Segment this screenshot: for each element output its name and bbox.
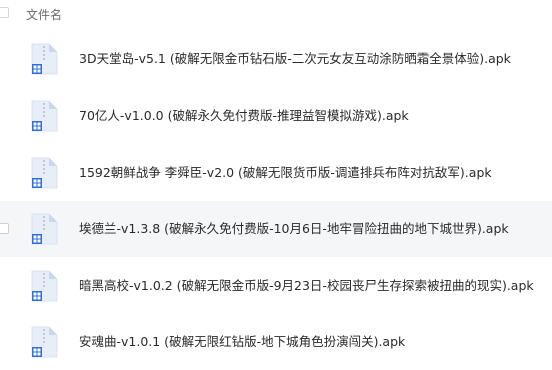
apk-file-icon: [27, 212, 61, 246]
apk-file-icon: [27, 325, 61, 359]
file-list-page: 文件名 3D天堂岛-v5.1 (破解无限金币钻石版-二次元女友互动涂防晒霜全景体…: [0, 0, 552, 370]
column-header-filename[interactable]: 文件名: [26, 7, 62, 23]
file-name[interactable]: 70亿人-v1.0.0 (破解永久免付费版-推理益智模拟游戏).apk: [79, 107, 409, 125]
file-name[interactable]: 暗黑高校-v1.0.2 (破解无限金币版-9月23日-校园丧尸生存探索被扭曲的现…: [79, 277, 534, 295]
row-select-checkbox[interactable]: [0, 223, 9, 234]
file-row[interactable]: 暗黑高校-v1.0.2 (破解无限金币版-9月23日-校园丧尸生存探索被扭曲的现…: [0, 258, 552, 314]
file-row[interactable]: 埃德兰-v1.3.8 (破解永久免付费版-10月6日-地牢冒险扭曲的地下城世界)…: [0, 201, 552, 257]
file-name[interactable]: 3D天堂岛-v5.1 (破解无限金币钻石版-二次元女友互动涂防晒霜全景体验).a…: [79, 50, 511, 68]
file-row[interactable]: 安魂曲-v1.0.1 (破解无限红钻版-地下城角色扮演闯关).apk: [0, 314, 552, 370]
file-row[interactable]: 70亿人-v1.0.0 (破解永久免付费版-推理益智模拟游戏).apk: [0, 88, 552, 144]
file-row[interactable]: 1592朝鲜战争 李舜臣-v2.0 (破解无限货币版-调遣排兵布阵对抗敌军).a…: [0, 145, 552, 201]
apk-file-icon: [27, 99, 61, 133]
apk-file-icon: [27, 156, 61, 190]
apk-file-icon: [27, 269, 61, 303]
file-row[interactable]: 3D天堂岛-v5.1 (破解无限金币钻石版-二次元女友互动涂防晒霜全景体验).a…: [0, 31, 552, 87]
select-all-checkbox[interactable]: [0, 7, 9, 18]
file-name[interactable]: 埃德兰-v1.3.8 (破解永久免付费版-10月6日-地牢冒险扭曲的地下城世界)…: [79, 220, 509, 238]
file-list-header: 文件名: [0, 0, 552, 31]
file-name[interactable]: 1592朝鲜战争 李舜臣-v2.0 (破解无限货币版-调遣排兵布阵对抗敌军).a…: [79, 164, 492, 182]
file-name[interactable]: 安魂曲-v1.0.1 (破解无限红钻版-地下城角色扮演闯关).apk: [79, 333, 405, 351]
apk-file-icon: [27, 42, 61, 76]
